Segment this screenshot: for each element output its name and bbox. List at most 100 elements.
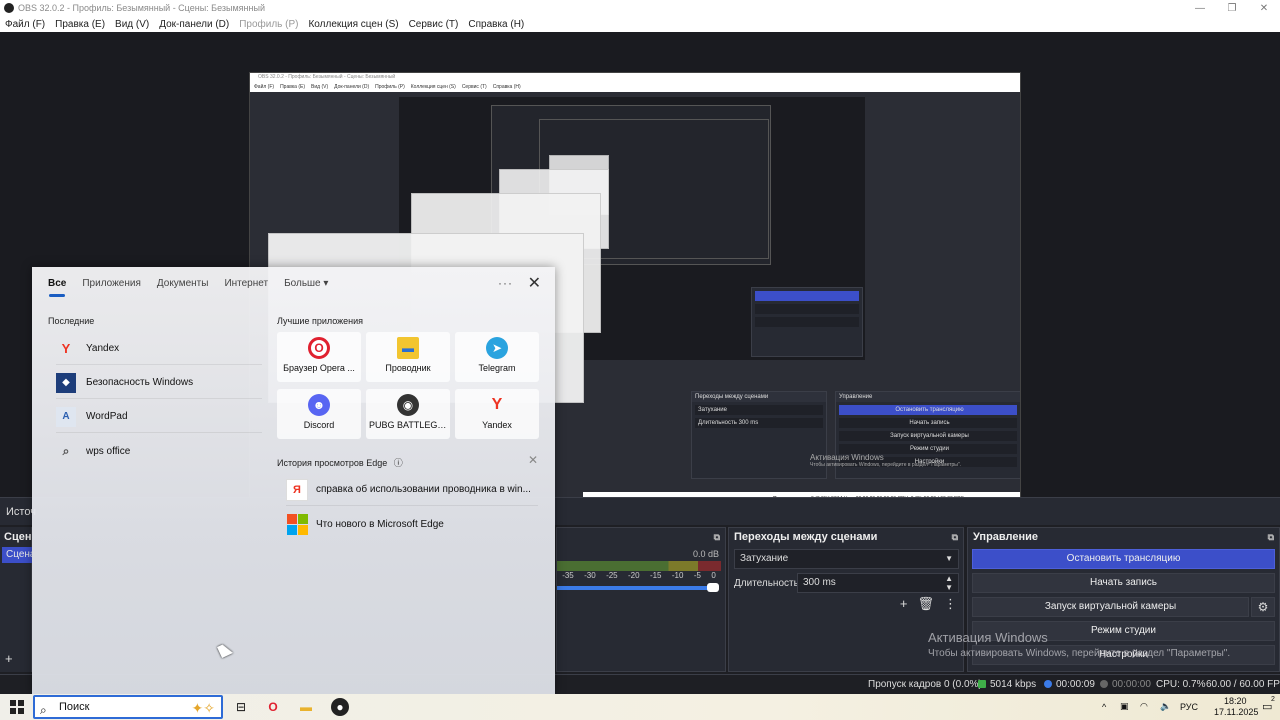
speaker-icon[interactable]: 🔈 xyxy=(1160,701,1171,712)
more-options-icon[interactable]: ⋮ xyxy=(944,596,957,612)
audio-mixer-dock: ⧉ 0.0 dB -35 -30 -25 -20 -15 -10 -5 0 xyxy=(556,527,726,672)
recent-item-wordpad[interactable]: A WordPad xyxy=(56,401,262,433)
yandex-icon: Y xyxy=(61,341,71,356)
close-icon[interactable]: ✕ xyxy=(1250,0,1278,16)
cpu-usage: CPU: 0.7% xyxy=(1156,679,1206,690)
menu-bar: Файл (F) Правка (E) Вид (V) Док-панели (… xyxy=(0,16,1280,32)
history-title-label: История просмотров Edge xyxy=(277,458,388,468)
activation-subtitle: Чтобы активировать Windows, перейдите в … xyxy=(928,648,1231,659)
dock-float-icon[interactable]: ⧉ xyxy=(952,528,958,546)
wifi-icon[interactable]: ◠ xyxy=(1140,701,1148,712)
nested-panels: Переходы между сценами Затухание Длитель… xyxy=(583,391,1020,491)
app-tile-telegram[interactable]: ➤ Telegram xyxy=(455,332,539,382)
tab-all[interactable]: Все xyxy=(40,267,74,301)
opera-taskbar-icon[interactable]: O xyxy=(264,698,282,716)
duration-spinbox[interactable]: 300 ms ▲ ▼ xyxy=(797,573,959,593)
history-label: Что нового в Microsoft Edge xyxy=(316,518,444,530)
nested-menu-item: Справка (H) xyxy=(492,84,521,90)
nested-controls-title: Управление xyxy=(836,392,1020,402)
tab-apps[interactable]: Приложения xyxy=(74,267,149,301)
menu-scene-collection[interactable]: Коллекция сцен (S) xyxy=(303,19,403,30)
dock-float-icon[interactable]: ⧉ xyxy=(714,528,720,546)
tab-more[interactable]: Больше ▾ xyxy=(276,267,336,301)
folder-taskbar-icon[interactable]: ▬ xyxy=(297,698,315,716)
app-tile-discord[interactable]: ☻ Discord xyxy=(277,389,361,439)
start-virtual-camera-button[interactable]: Запуск виртуальной камеры xyxy=(972,597,1249,617)
volume-slider-handle[interactable] xyxy=(707,583,719,592)
app-tile-explorer[interactable]: ▬ Проводник xyxy=(366,332,450,382)
stop-stream-button[interactable]: Остановить трансляцию xyxy=(972,549,1275,569)
menu-file[interactable]: Файл (F) xyxy=(0,19,50,30)
nested-transitions-title: Переходы между сценами xyxy=(692,392,826,402)
task-view-icon[interactable]: ⊟ xyxy=(232,698,250,716)
add-transition-icon[interactable]: + xyxy=(900,596,908,612)
system-tray: ^ ▣ ◠ 🔈 РУС 18:20 17.11.2025 ▭ 2 xyxy=(1100,694,1280,720)
menu-profile[interactable]: Профиль (P) xyxy=(234,19,303,30)
dismiss-history-icon[interactable]: ✕ xyxy=(528,453,538,467)
duration-value: 300 ms xyxy=(803,577,836,588)
tab-web[interactable]: Интернет xyxy=(216,267,276,301)
obs-logo-icon xyxy=(4,3,14,13)
app-tile-pubg[interactable]: ◉ PUBG BATTLEGR... xyxy=(366,389,450,439)
minimize-icon[interactable]: — xyxy=(1186,0,1214,16)
chevron-down-icon: ▼ xyxy=(945,554,953,563)
transition-tools: + 🗑 ⋮ xyxy=(900,596,957,612)
transition-select[interactable]: Затухание ▼ xyxy=(734,549,959,569)
menu-docks[interactable]: Док-панели (D) xyxy=(154,19,234,30)
clock-time[interactable]: 18:20 xyxy=(1224,696,1247,706)
record-icon xyxy=(1100,680,1108,688)
duration-label: Длительность xyxy=(734,578,799,589)
recent-item-yandex[interactable]: Y Yandex xyxy=(56,333,262,365)
history-item[interactable]: Что нового в Microsoft Edge xyxy=(286,508,538,540)
search-icon: ⌕ xyxy=(40,703,47,717)
taskbar-search-box[interactable]: ⌕ Поиск ✦✧ xyxy=(33,695,223,719)
recent-item-wps-office[interactable]: ⌕ wps office xyxy=(56,435,262,467)
taskbar: ⌕ Поиск ✦✧ ⊟ O ▬ ● ^ ▣ ◠ 🔈 РУС 18:20 17.… xyxy=(0,694,1280,720)
nested-mini-row xyxy=(755,304,859,314)
menu-view[interactable]: Вид (V) xyxy=(110,19,154,30)
meter-tick: -15 xyxy=(649,571,662,580)
app-tile-opera[interactable]: O Браузер Opera ... xyxy=(277,332,361,382)
yandex-icon: Y xyxy=(491,396,503,413)
transitions-title: Переходы между сценами xyxy=(734,531,878,543)
nested-mini-stop xyxy=(755,291,859,301)
recent-item-windows-security[interactable]: ◆ Безопасность Windows xyxy=(56,367,262,399)
menu-tools[interactable]: Сервис (T) xyxy=(404,19,464,30)
spin-arrows-icon[interactable]: ▲ ▼ xyxy=(945,574,953,592)
app-tile-yandex[interactable]: Y Yandex xyxy=(455,389,539,439)
bitrate-value: 5014 kbps xyxy=(990,679,1037,690)
tray-chevron-icon[interactable]: ^ xyxy=(1102,702,1106,712)
volume-slider-track[interactable] xyxy=(557,586,717,590)
restore-icon[interactable]: ❐ xyxy=(1218,0,1246,16)
tab-more-label: Больше xyxy=(284,278,321,289)
tray-app-icon[interactable]: ▣ xyxy=(1120,701,1129,712)
tab-documents[interactable]: Документы xyxy=(149,267,217,301)
network-icon xyxy=(978,680,986,688)
nested-transition: Затухание xyxy=(695,405,823,415)
close-icon[interactable]: ✕ xyxy=(528,273,541,293)
nested-start-record: Начать запись xyxy=(839,418,1017,428)
obs-taskbar-icon[interactable]: ● xyxy=(331,698,349,716)
record-time: 00:00:00 xyxy=(1100,679,1151,690)
clock-date[interactable]: 17.11.2025 xyxy=(1214,707,1258,717)
info-icon[interactable]: ⓘ xyxy=(394,458,403,468)
history-item[interactable]: Ясправка об использовании проводника в w… xyxy=(286,474,538,506)
start-recording-button[interactable]: Начать запись xyxy=(972,573,1275,593)
menu-help[interactable]: Справка (H) xyxy=(463,19,529,30)
fps: 60.00 / 60.00 FPS xyxy=(1206,679,1280,690)
nested-menu-item: Вид (V) xyxy=(311,84,329,90)
keyboard-language[interactable]: РУС xyxy=(1180,702,1198,712)
dock-float-icon[interactable]: ⧉ xyxy=(1268,528,1274,546)
gear-icon[interactable]: ⚙ xyxy=(1251,597,1275,617)
menu-edit[interactable]: Правка (E) xyxy=(50,19,110,30)
add-scene-icon[interactable]: + xyxy=(5,651,13,666)
delete-transition-icon[interactable]: 🗑 xyxy=(917,596,934,612)
record-time-value: 00:00:00 xyxy=(1112,679,1151,690)
activation-title: Активация Windows xyxy=(928,630,1048,645)
more-options-icon[interactable]: ··· xyxy=(498,276,513,290)
scene-item[interactable]: Сцена xyxy=(2,547,32,563)
window-title: OBS 32.0.2 - Профиль: Безымянный - Сцены… xyxy=(18,3,265,13)
windows-start-icon[interactable] xyxy=(10,700,24,714)
telegram-icon: ➤ xyxy=(486,337,508,359)
stream-time: 00:00:09 xyxy=(1044,679,1095,690)
